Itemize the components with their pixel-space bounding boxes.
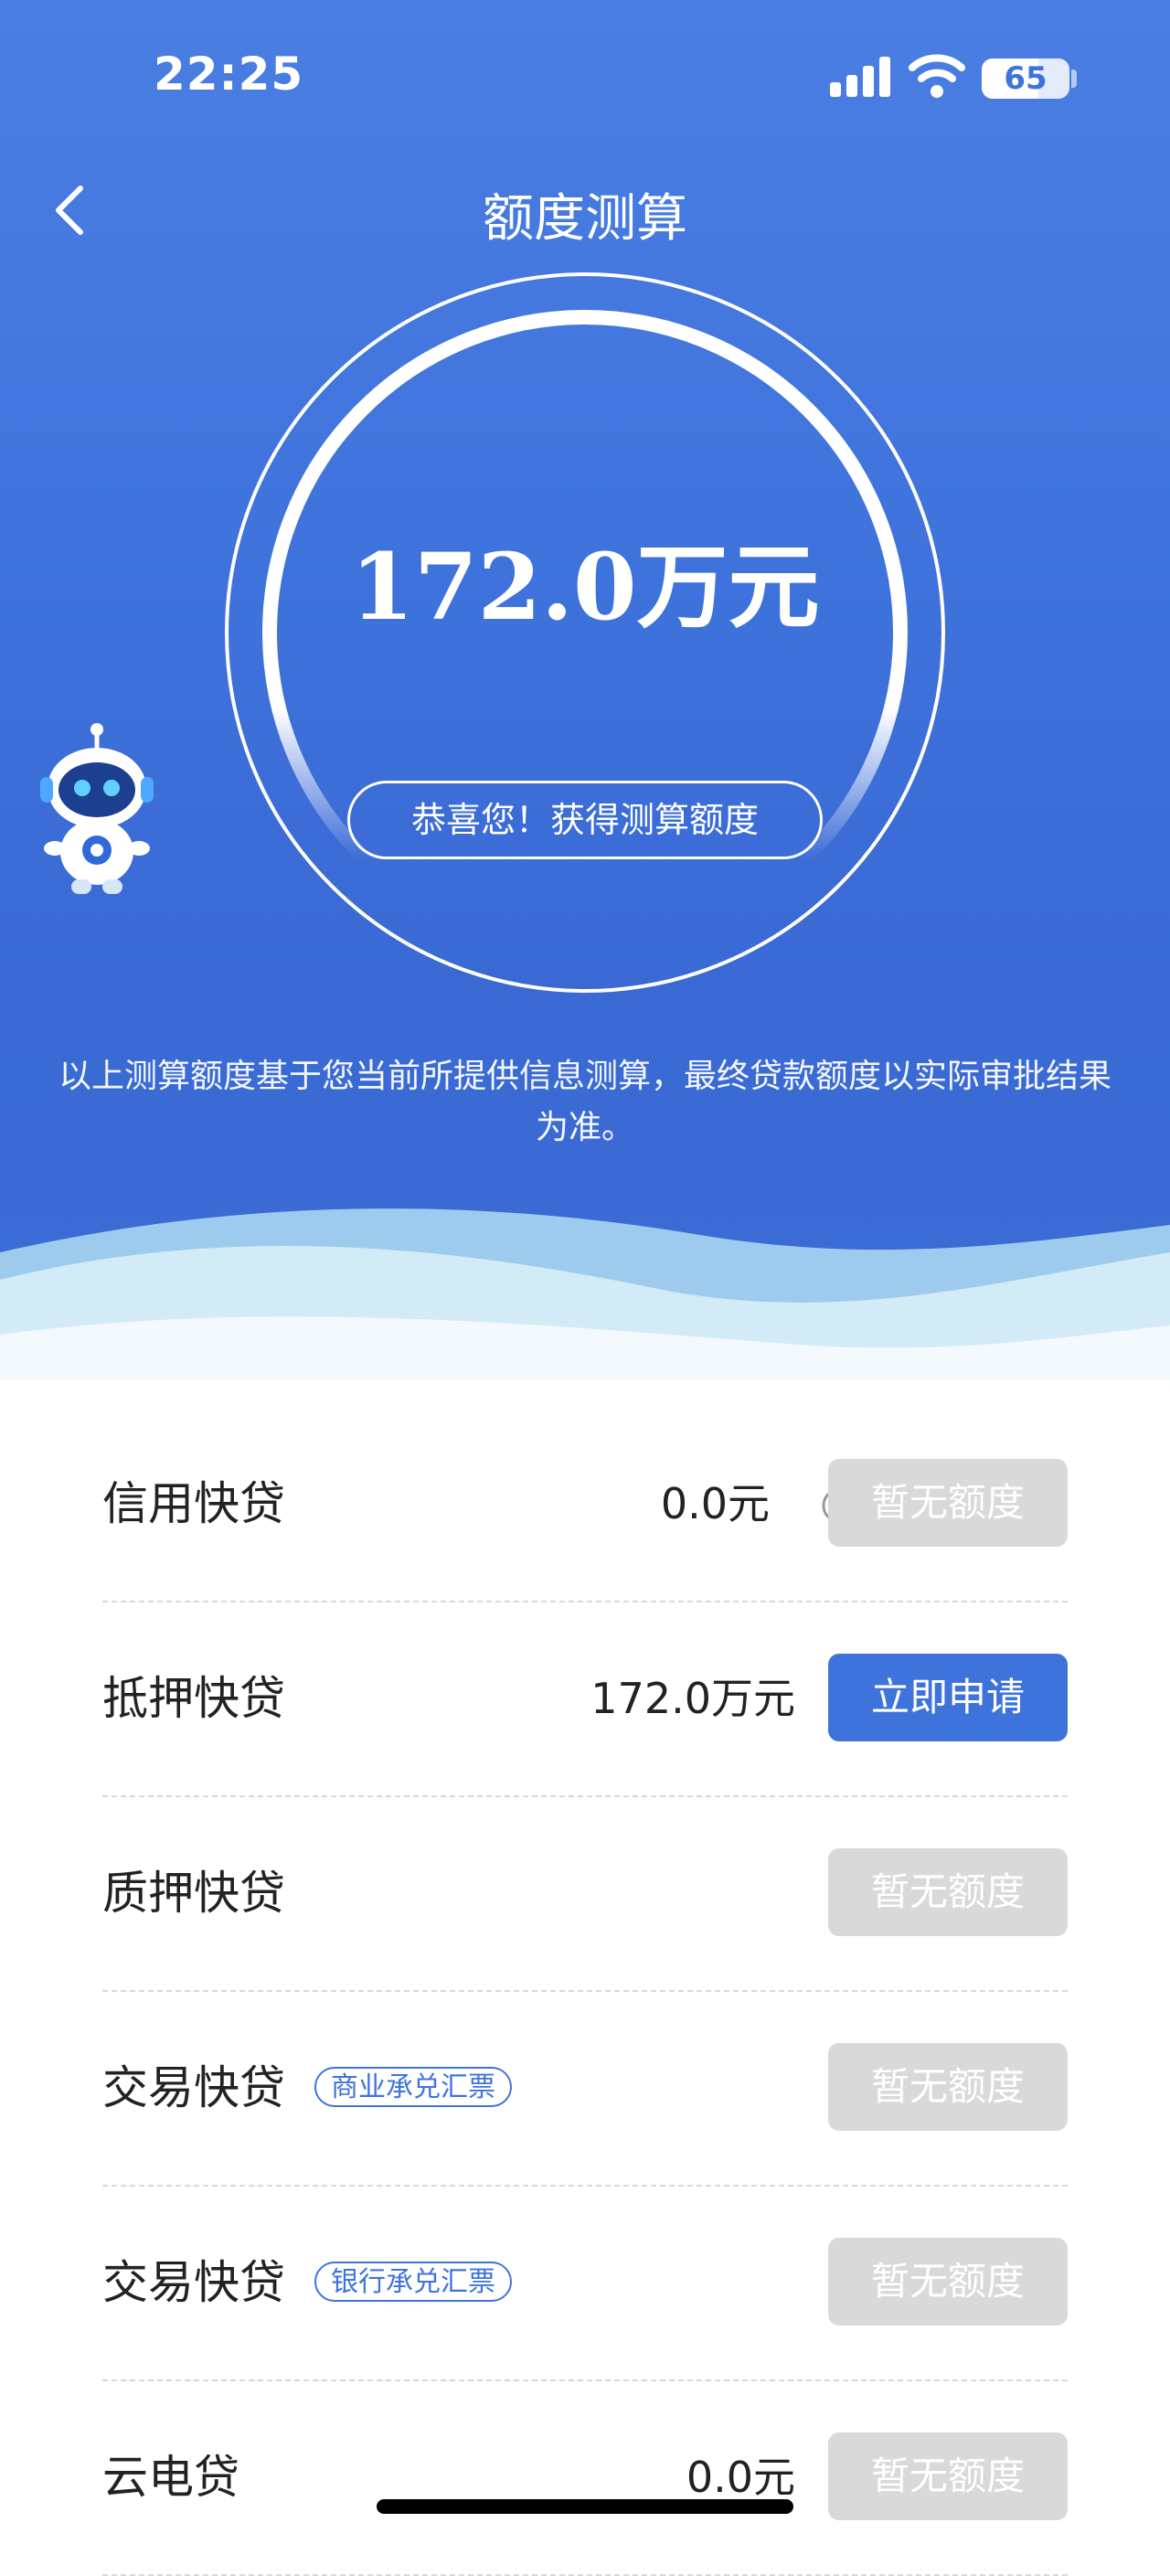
product-name: 交易快贷 — [102, 2256, 285, 2309]
status-time: 22:25 — [154, 48, 304, 101]
product-row-mortgage: 抵押快贷 172.0万元 立即申请 — [102, 1602, 1068, 1797]
no-quota-button[interactable]: 暂无额度 — [828, 2043, 1068, 2131]
product-name: 抵押快贷 — [102, 1672, 285, 1725]
apply-now-button[interactable]: 立即申请 — [828, 1654, 1068, 1741]
battery-level-text: 65 — [1004, 60, 1048, 97]
product-name: 云电贷 — [102, 2451, 239, 2504]
product-list: 信用快贷 0.0元 暂无额度 抵押快贷 172.0万元 立即申请 质押快贷 暂无… — [102, 1408, 1068, 2576]
disclaimer-text: 以上测算额度基于您当前所提供信息测算，最终贷款额度以实际审批结果为准。 — [58, 1058, 1112, 1146]
robot-mascot-icon[interactable] — [35, 722, 163, 896]
product-row-credit: 信用快贷 0.0元 暂无额度 — [102, 1408, 1068, 1602]
product-row-trade-commercial: 交易快贷 商业承兑汇票 暂无额度 — [102, 1992, 1068, 2187]
signal-icon — [830, 57, 890, 97]
wave-decoration — [0, 1208, 1170, 1408]
product-amount: 0.0元 — [660, 1479, 770, 1528]
no-quota-button[interactable]: 暂无额度 — [828, 1848, 1068, 1936]
product-row-cloud-power: 云电贷 0.0元 暂无额度 — [102, 2381, 1068, 2576]
product-amount: 172.0万元 — [590, 1674, 795, 1723]
congrats-badge: 恭喜您！获得测算额度 — [347, 781, 823, 859]
status-bar: 22:25 65 — [0, 0, 1170, 155]
wifi-icon — [909, 54, 965, 98]
nav-bar: 额度测算 — [0, 155, 1170, 265]
product-name: 交易快贷 — [102, 2061, 285, 2114]
product-name: 质押快贷 — [102, 1867, 285, 1920]
page-title: 额度测算 — [483, 189, 687, 249]
bill-type-tag: 银行承兑汇票 — [314, 2262, 512, 2302]
battery-nub — [1071, 69, 1077, 88]
battery-icon: 65 — [982, 59, 1069, 99]
product-row-trade-bank: 交易快贷 银行承兑汇票 暂无额度 — [102, 2187, 1068, 2381]
home-indicator — [377, 2499, 793, 2514]
bill-type-tag: 商业承兑汇票 — [314, 2067, 512, 2107]
no-quota-button[interactable]: 暂无额度 — [828, 1459, 1068, 1547]
no-quota-button[interactable]: 暂无额度 — [828, 2238, 1068, 2326]
no-quota-button[interactable]: 暂无额度 — [828, 2432, 1068, 2520]
hero-section: 22:25 65 额度测算 172.0万元 恭喜您！获得测算额度 以上测算额度基… — [0, 0, 1170, 1408]
estimated-amount: 172.0万元 — [350, 533, 820, 641]
product-row-pledge: 质押快贷 暂无额度 — [102, 1797, 1068, 1992]
product-name: 信用快贷 — [102, 1477, 285, 1530]
